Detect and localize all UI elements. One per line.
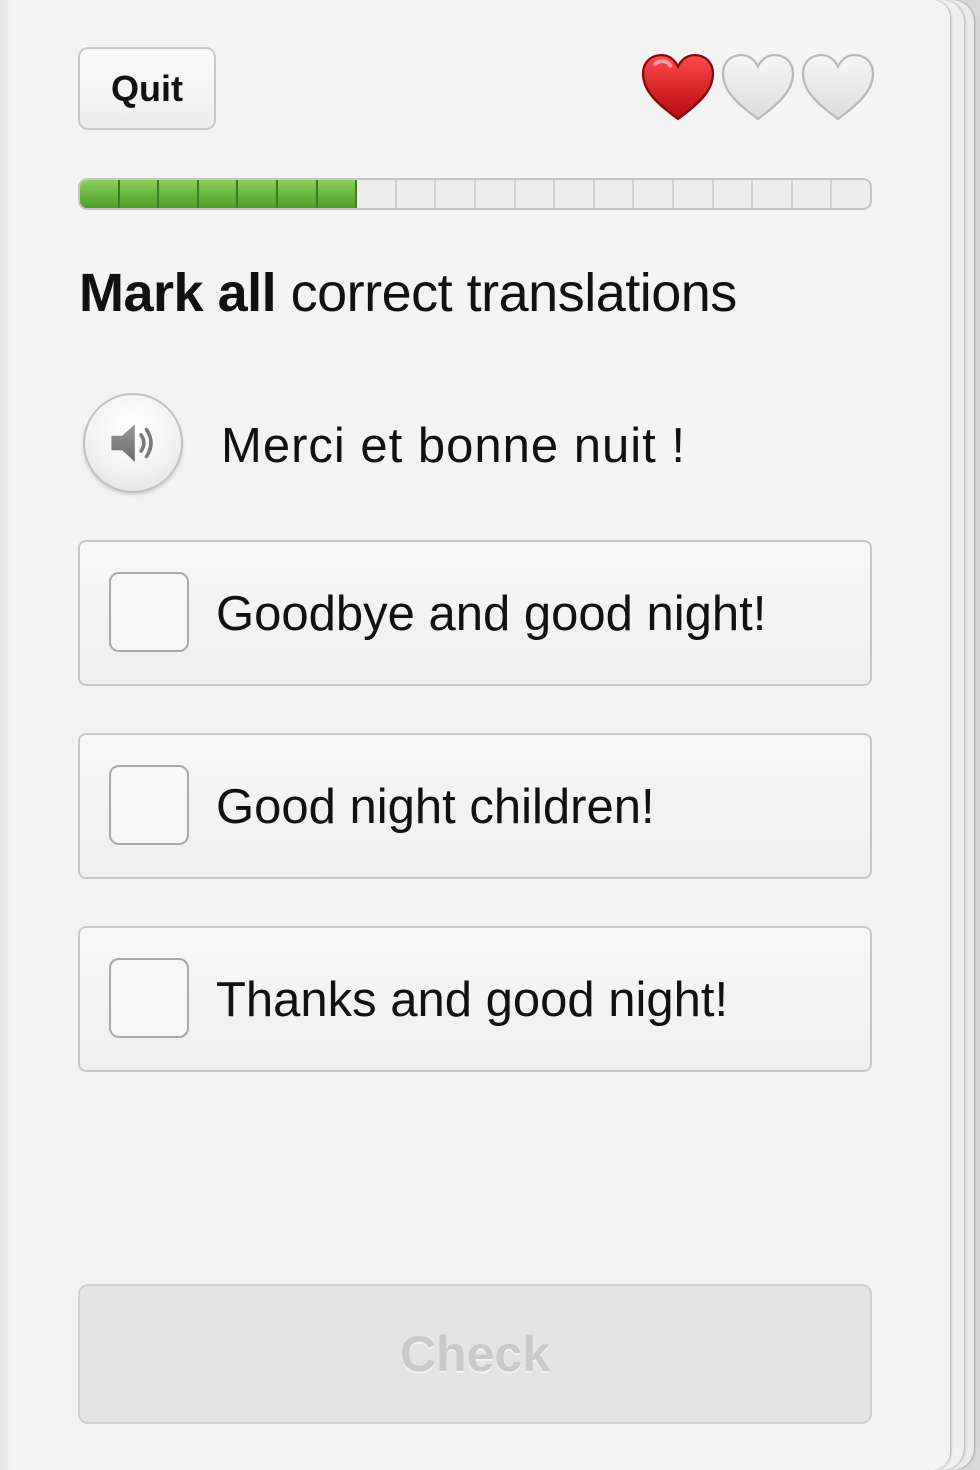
speaker-icon [111,424,153,462]
instruction-bold: Mark all [79,263,277,323]
progress-segment-empty [357,180,397,208]
heart-full-icon [640,52,716,122]
progress-segments [80,180,870,208]
progress-segment-empty [476,180,516,208]
lesson-progress-bar [78,178,872,210]
progress-segment-empty [832,180,870,208]
lives-indicator [640,52,876,122]
option-checkbox[interactable] [109,958,189,1038]
answer-option[interactable]: Good night children! [78,733,872,879]
progress-segment-empty [555,180,595,208]
lesson-screen: Quit Mark all correct translations Merci… [0,0,980,1470]
progress-segment-complete [159,180,199,208]
play-audio-button[interactable] [83,393,183,493]
heart-empty-icon [800,52,876,122]
check-button[interactable]: Check [78,1284,872,1424]
instruction-text: Mark all correct translations [79,262,737,324]
progress-segment-empty [516,180,556,208]
option-checkbox[interactable] [109,765,189,845]
instruction-rest: correct translations [276,263,738,323]
progress-segment-complete [119,180,160,208]
prompt-sentence: Merci et bonne nuit ! [221,419,686,473]
progress-segment-empty [595,180,635,208]
progress-segment-empty [714,180,754,208]
progress-segment-empty [793,180,833,208]
progress-segment-complete [238,180,278,208]
progress-segment-complete [198,180,239,208]
option-label: Goodbye and good night! [216,587,767,641]
progress-segment-empty [397,180,437,208]
answer-option[interactable]: Thanks and good night! [78,926,872,1072]
option-label: Good night children! [216,780,655,834]
progress-segment-empty [436,180,476,208]
answer-option[interactable]: Goodbye and good night! [78,540,872,686]
progress-segment-empty [753,180,793,208]
heart-empty-icon [720,52,796,122]
quit-button[interactable]: Quit [78,47,216,130]
lesson-card: Quit Mark all correct translations Merci… [0,0,950,1470]
option-checkbox[interactable] [109,572,189,652]
progress-segment-complete [277,180,318,208]
progress-segment-complete [317,180,358,208]
progress-segment-empty [634,180,674,208]
option-label: Thanks and good night! [216,973,729,1027]
progress-segment-empty [674,180,714,208]
progress-segment-complete [80,180,120,208]
